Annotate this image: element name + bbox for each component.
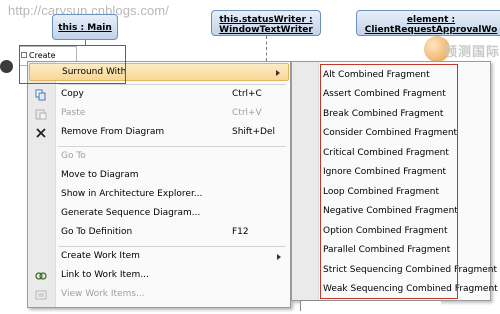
diagram-canvas[interactable]: http://carysun.cnblogs.com/ this : Main … xyxy=(0,0,500,314)
submenu-item-assert-combined-fragment[interactable]: Assert Combined Fragment xyxy=(323,89,446,99)
lifeline-main-line xyxy=(85,40,86,46)
menu-item-show-in-architecture-explorer[interactable]: Show in Architecture Explorer... xyxy=(29,186,289,204)
paste-icon xyxy=(35,108,47,120)
submenu-arrow-icon xyxy=(277,254,281,260)
menu-item-label: Move to Diagram xyxy=(61,170,139,180)
menu-item-label: Link to Work Item... xyxy=(61,270,149,280)
submenu-item-break-combined-fragment[interactable]: Break Combined Fragment xyxy=(323,109,443,119)
logo-text: 领测国际 xyxy=(444,45,500,60)
menu-item-shortcut: F12 xyxy=(232,227,249,237)
menu-item-generate-sequence-diagram[interactable]: Generate Sequence Diagram... xyxy=(29,205,289,223)
menu-item-label: Create Work Item xyxy=(61,251,140,261)
message-start-dot[interactable] xyxy=(0,60,13,73)
menu-item-shortcut: Shift+Del xyxy=(232,127,275,137)
remove-icon xyxy=(35,127,47,139)
submenu-item-alt-combined-fragment[interactable]: Alt Combined Fragment xyxy=(323,70,430,80)
submenu-item-parallel-combined-fragment[interactable]: Parallel Combined Fragment xyxy=(323,245,450,255)
submenu-item-consider-combined-fragment[interactable]: Consider Combined Fragment xyxy=(323,128,457,138)
menu-item-remove-from-diagram[interactable]: Remove From Diagram Shift+Del xyxy=(29,124,289,142)
lifeline-status-writer-line1: this.statusWriter : xyxy=(219,15,313,25)
link-work-item-icon xyxy=(35,270,47,282)
submenu-item-critical-combined-fragment[interactable]: Critical Combined Fragment xyxy=(323,148,449,158)
menu-separator xyxy=(58,146,286,147)
lifeline-status-writer-line2: WindowTextWriter xyxy=(219,25,313,35)
menu-separator xyxy=(58,84,286,85)
menu-item-label: View Work Items... xyxy=(61,289,145,299)
selection-handle-icon[interactable] xyxy=(21,52,27,58)
copy-icon xyxy=(35,89,47,101)
menu-item-label: Surround With xyxy=(62,67,127,77)
submenu-item-weak-sequencing-combined-fragment[interactable]: Weak Sequencing Combined Fragment xyxy=(323,284,498,294)
menu-item-shortcut: Ctrl+V xyxy=(232,108,262,118)
lifeline-status-writer[interactable]: this.statusWriter : WindowTextWriter xyxy=(211,10,321,36)
menu-item-label: Show in Architecture Explorer... xyxy=(61,189,203,199)
submenu-item-strict-sequencing-combined-fragment[interactable]: Strict Sequencing Combined Fragment xyxy=(323,265,497,275)
menu-item-create-work-item[interactable]: Create Work Item xyxy=(29,248,289,266)
submenu-item-loop-combined-fragment[interactable]: Loop Combined Fragment xyxy=(323,187,439,197)
surround-with-submenu: Alt Combined Fragment Assert Combined Fr… xyxy=(291,61,498,301)
submenu-item-ignore-combined-fragment[interactable]: Ignore Combined Fragment xyxy=(323,167,446,177)
menu-item-label: Paste xyxy=(61,108,86,118)
lifeline-main[interactable]: this : Main xyxy=(52,14,118,40)
menu-item-label: Remove From Diagram xyxy=(61,127,165,137)
submenu-item-negative-combined-fragment[interactable]: Negative Combined Fragment xyxy=(323,206,458,216)
lifeline-status-writer-line xyxy=(266,36,267,61)
menu-item-paste[interactable]: Paste Ctrl+V xyxy=(29,105,289,123)
view-work-items-icon xyxy=(35,289,47,301)
menu-item-surround-with[interactable]: Surround With xyxy=(29,63,289,81)
context-menu: Surround With Copy Ctrl+C Paste Ctrl+V R… xyxy=(27,61,291,308)
menu-item-go-to-definition[interactable]: Go To Definition F12 xyxy=(29,224,289,242)
combined-fragment-outline xyxy=(300,300,441,311)
menu-item-move-to-diagram[interactable]: Move to Diagram xyxy=(29,167,289,185)
submenu-item-option-combined-fragment[interactable]: Option Combined Fragment xyxy=(323,226,447,236)
menu-item-label: Go To xyxy=(61,151,86,161)
menu-item-link-to-work-item[interactable]: Link to Work Item... xyxy=(29,267,289,285)
menu-item-view-work-items[interactable]: View Work Items... xyxy=(29,286,289,304)
submenu-arrow-icon xyxy=(276,70,280,76)
menu-separator xyxy=(58,246,286,247)
menu-item-label: Go To Definition xyxy=(61,227,133,237)
lifeline-element-line1: element : xyxy=(406,15,456,25)
lifeline-main-title: this : Main xyxy=(58,23,112,33)
menu-item-shortcut: Ctrl+C xyxy=(232,89,262,99)
menu-item-label: Copy xyxy=(61,89,84,99)
submenu-icon-gutter xyxy=(292,62,319,300)
menu-item-copy[interactable]: Copy Ctrl+C xyxy=(29,86,289,104)
menu-item-label: Generate Sequence Diagram... xyxy=(61,208,201,218)
menu-item-go-to[interactable]: Go To xyxy=(29,148,289,166)
